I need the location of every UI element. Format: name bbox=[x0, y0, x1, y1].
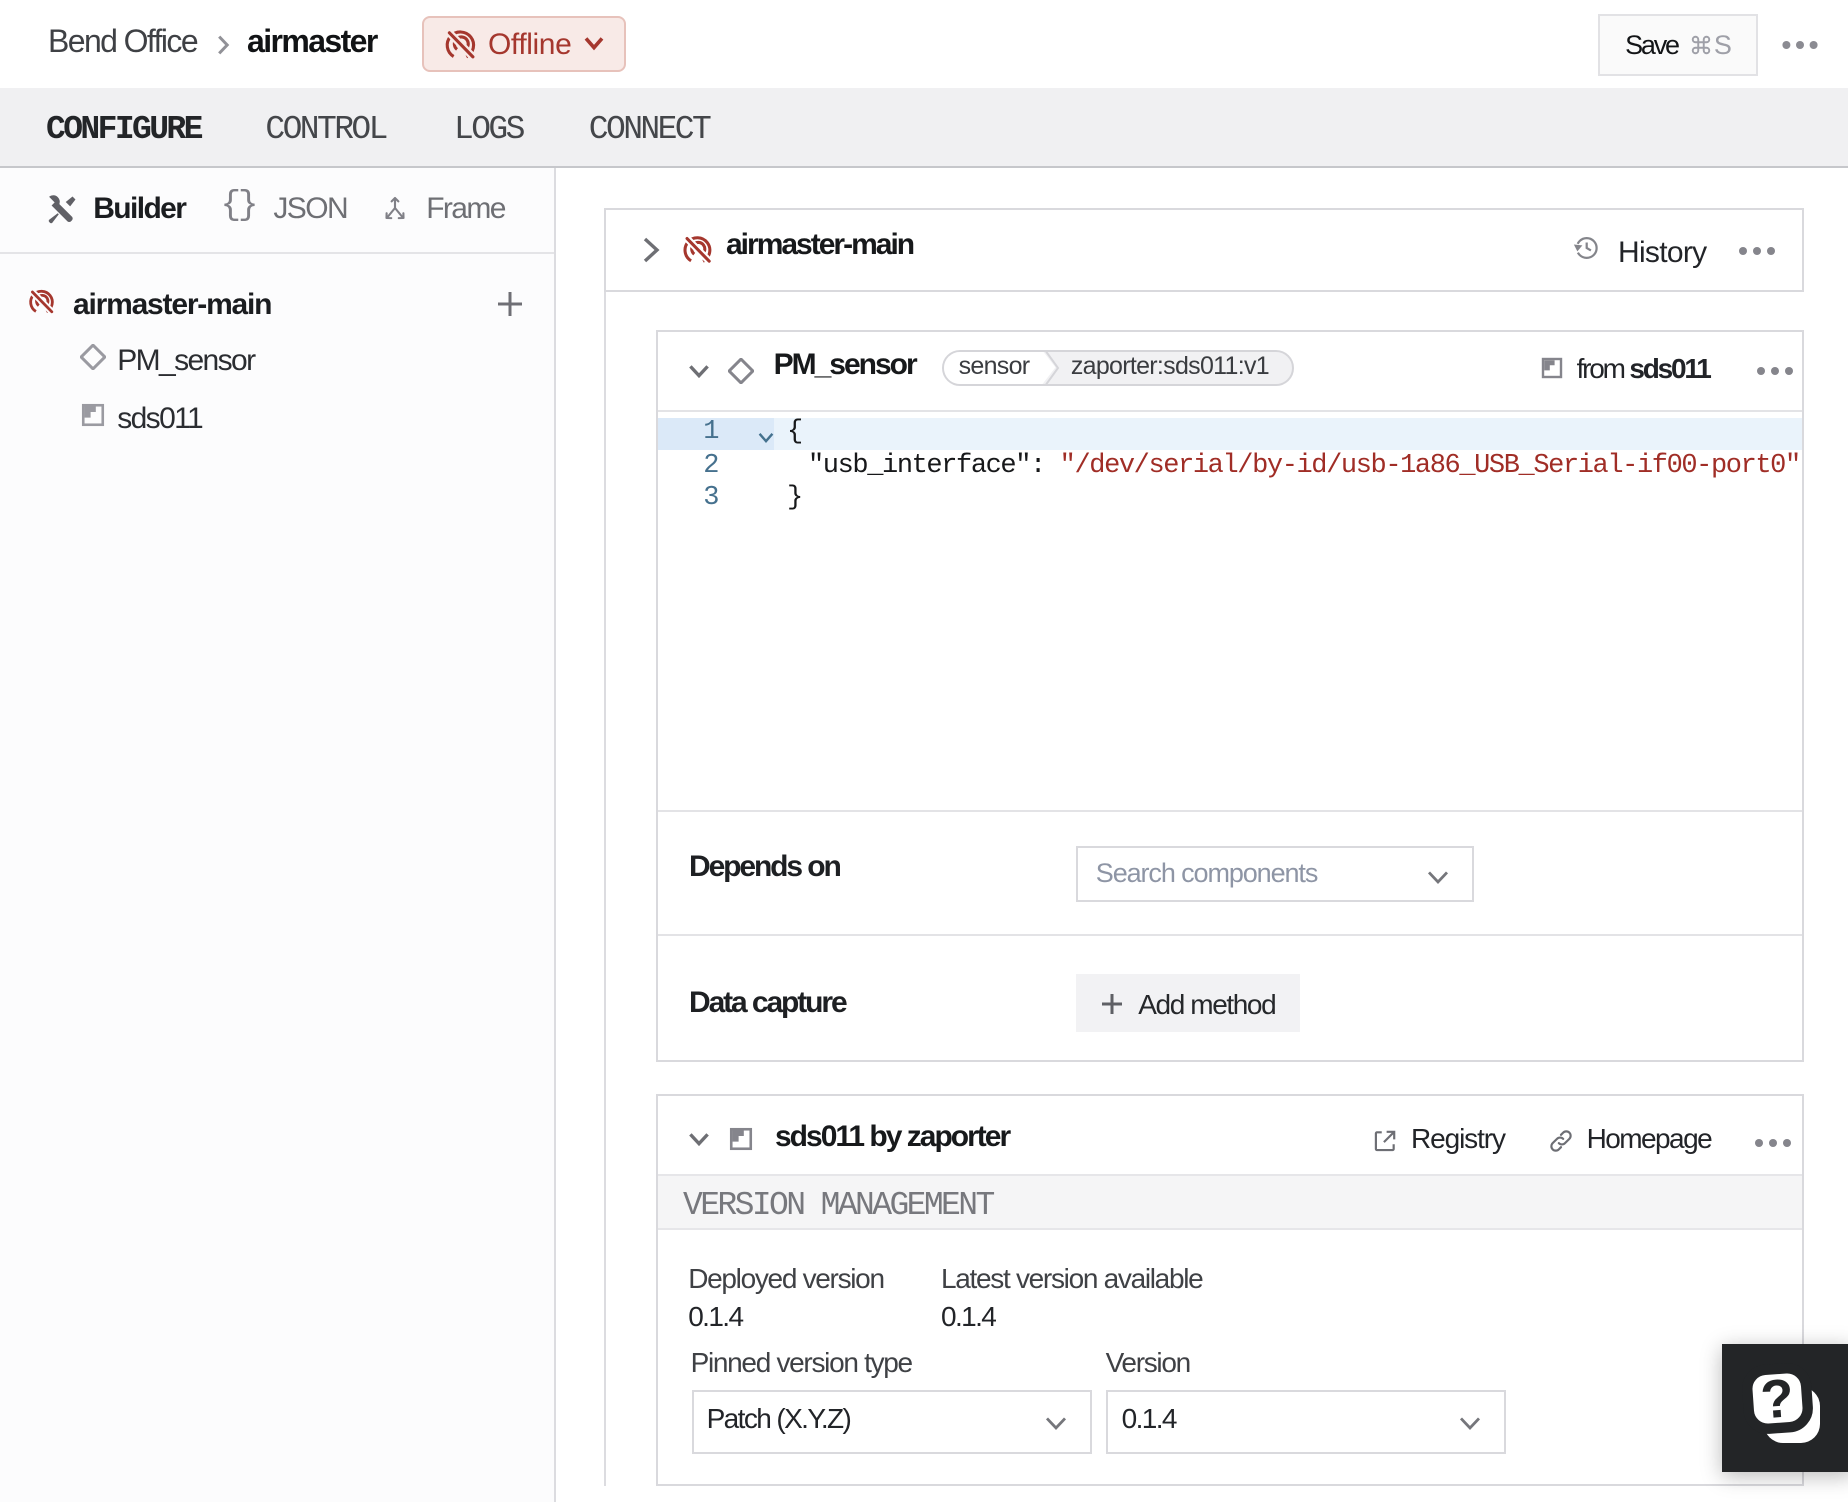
svg-text:?: ? bbox=[1759, 1368, 1796, 1430]
